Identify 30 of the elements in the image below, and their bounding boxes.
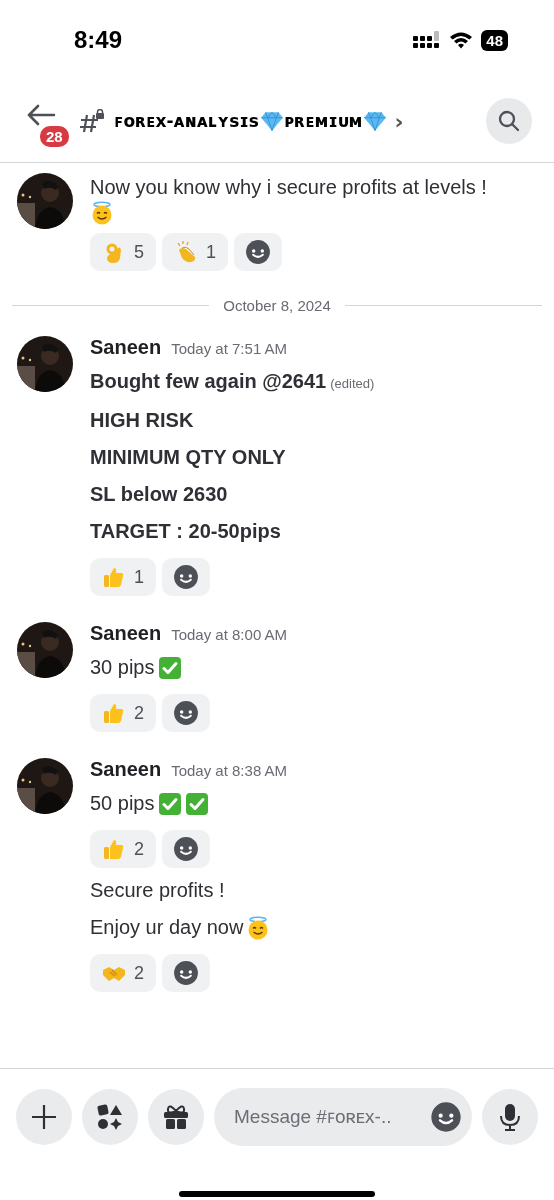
- message-text: Secure profits !: [90, 878, 225, 903]
- channel-name[interactable]: ᴘʀᴇᴍɪᴜᴍ: [284, 111, 363, 131]
- message-text: Now you know why i secure profits at levels !: [90, 175, 487, 200]
- reaction-button[interactable]: 1: [162, 233, 229, 271]
- message-text: TARGET : 20-50pips: [90, 519, 281, 544]
- unread-badge: 28: [38, 124, 71, 149]
- channel-name[interactable]: ꜰᴏʀᴇx-ᴀɴᴀʟʏsɪs: [114, 111, 259, 131]
- message-text: Enjoy ur day now: [90, 915, 244, 940]
- message-input[interactable]: Message #ꜰᴏʀᴇx-..: [214, 1088, 472, 1146]
- reaction-button[interactable]: 2: [90, 830, 156, 868]
- reaction-button[interactable]: 1: [90, 558, 156, 596]
- reaction-button[interactable]: 2: [90, 954, 156, 992]
- message-text: 50 pips: [90, 791, 155, 816]
- message-text: SL below 2630: [90, 482, 228, 507]
- message-text: Bought few again @2641 (edited): [90, 369, 375, 394]
- timestamp: Today at 7:51 AM: [171, 340, 288, 357]
- message-text: 30 pips: [90, 655, 155, 680]
- timestamp: Today at 8:00 AM: [171, 626, 288, 643]
- date-divider: October 8, 2024: [223, 297, 331, 314]
- author-name[interactable]: Saneen: [90, 622, 162, 645]
- author-name[interactable]: Saneen: [90, 336, 162, 359]
- author-name[interactable]: Saneen: [90, 758, 162, 781]
- message-text: MINIMUM QTY ONLY: [90, 445, 286, 470]
- reaction-button[interactable]: 5: [90, 233, 156, 271]
- battery-level: 48: [481, 29, 508, 51]
- message-text: HIGH RISK: [90, 408, 194, 433]
- timestamp: Today at 8:38 AM: [171, 762, 288, 779]
- chevron[interactable]: ›: [394, 108, 404, 134]
- status-time: 8:49: [74, 26, 123, 54]
- reaction-button[interactable]: 2: [90, 694, 156, 732]
